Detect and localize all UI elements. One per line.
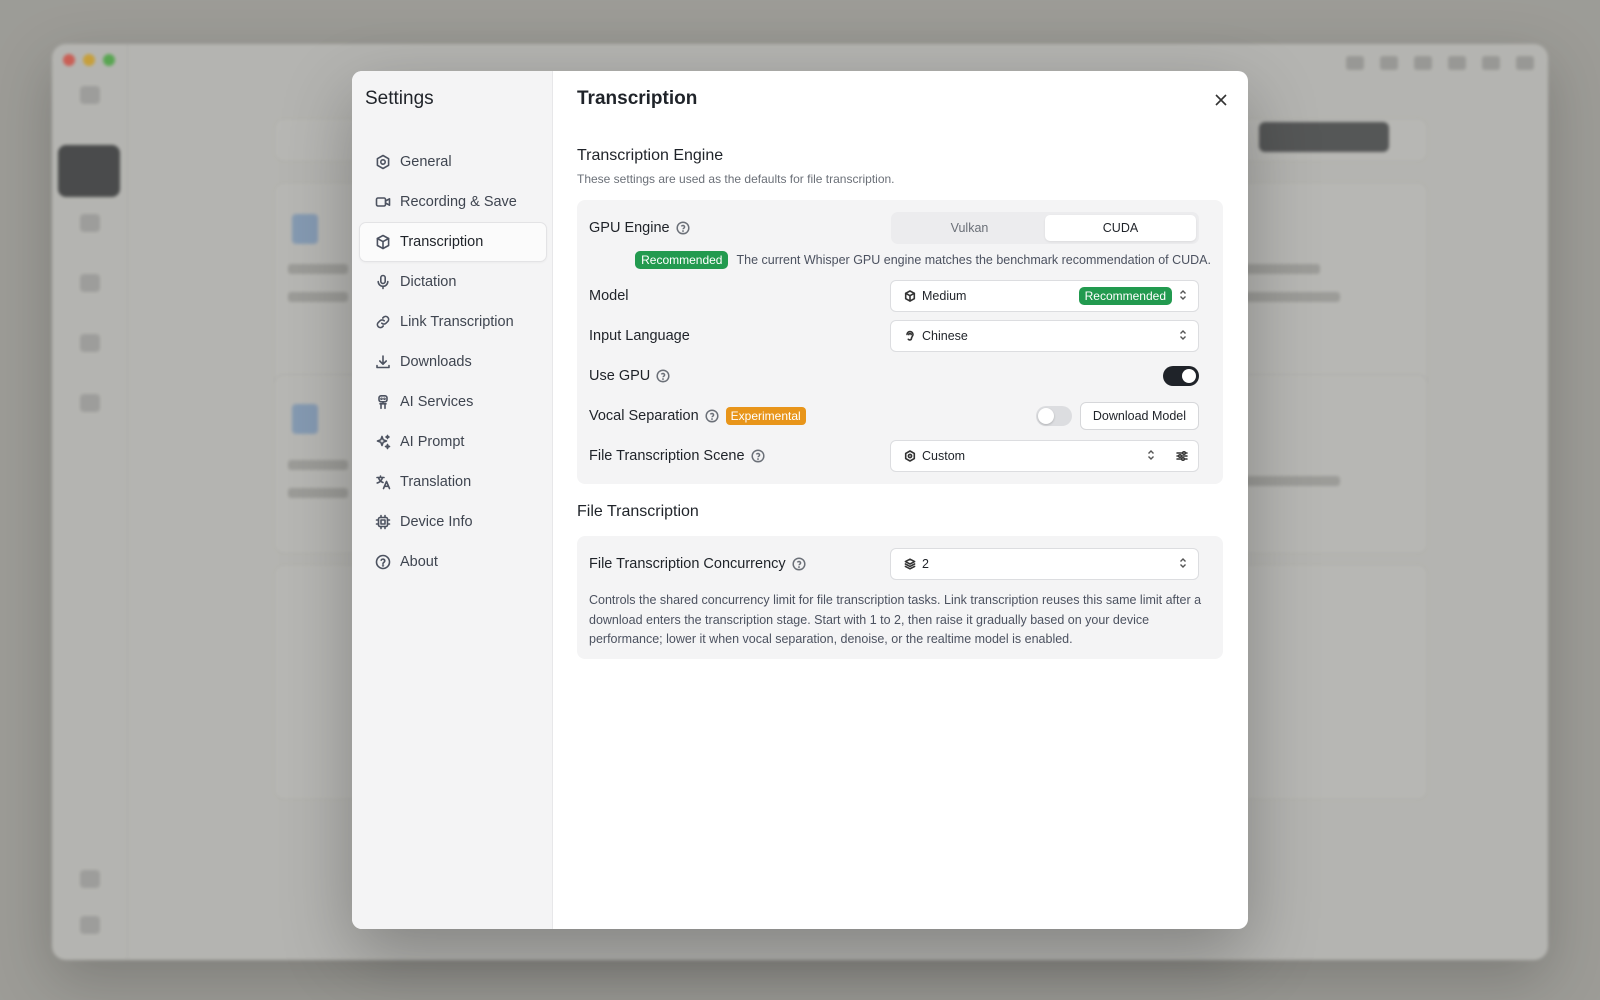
chevrons-up-down-icon [1178, 289, 1188, 304]
help-icon[interactable] [750, 449, 765, 463]
sidebar-item-label: Device Info [400, 514, 473, 530]
sidebar-item-label: Downloads [400, 354, 472, 370]
settings-content: Transcription Transcription Engine These… [553, 71, 1248, 929]
settings-dialog: Settings General Recording & Save Transc… [352, 71, 1248, 929]
sidebar-item-dictation[interactable]: Dictation [359, 262, 547, 302]
sidebar-item-label: Transcription [400, 234, 484, 250]
settings-title: Settings [365, 88, 434, 109]
file-transcription-panel: File Transcription Concurrency 2 Control… [577, 536, 1223, 659]
scene-label: File Transcription Scene [589, 448, 745, 464]
sidebar-item-device-info[interactable]: Device Info [359, 502, 547, 542]
vocal-separation-toggle[interactable] [1036, 406, 1072, 426]
help-icon[interactable] [656, 369, 670, 383]
concurrency-row: File Transcription Concurrency 2 [589, 548, 1211, 580]
gpu-engine-segmented-control: Vulkan CUDA [891, 212, 1199, 244]
section-title-file: File Transcription [577, 503, 699, 520]
gpu-engine-note: Recommended The current Whisper GPU engi… [635, 251, 1211, 269]
vocal-separation-label: Vocal Separation [589, 408, 699, 424]
box-icon [375, 234, 391, 250]
concurrency-value: 2 [922, 557, 929, 571]
sidebar-item-label: General [400, 154, 452, 170]
sidebar-item-about[interactable]: About [359, 542, 547, 582]
scene-select[interactable]: Custom [890, 440, 1167, 472]
model-label: Model [589, 288, 629, 304]
sidebar-item-label: Translation [400, 474, 472, 490]
help-icon[interactable] [705, 409, 719, 423]
section-description-engine: These settings are used as the defaults … [577, 172, 895, 186]
sparkles-icon [375, 434, 391, 450]
settings-sidebar: Settings General Recording & Save Transc… [352, 71, 553, 929]
layers-icon [904, 558, 916, 570]
video-icon [375, 194, 391, 210]
use-gpu-label: Use GPU [589, 368, 651, 384]
link-icon [375, 314, 391, 330]
bot-icon [375, 394, 391, 410]
download-model-button[interactable]: Download Model [1079, 402, 1199, 430]
cpu-icon [375, 514, 391, 530]
experimental-badge: Experimental [725, 407, 806, 425]
settings-icon [904, 450, 916, 462]
sidebar-item-label: About [400, 554, 438, 570]
section-title-engine: Transcription Engine [577, 147, 724, 164]
help-icon[interactable] [792, 557, 806, 571]
recommended-badge: Recommended [1078, 287, 1172, 305]
sidebar-item-downloads[interactable]: Downloads [359, 342, 547, 382]
gpu-engine-option-cuda[interactable]: CUDA [1045, 215, 1196, 241]
languages-icon [375, 474, 391, 490]
sidebar-item-label: Link Transcription [400, 314, 514, 330]
help-icon[interactable] [676, 221, 690, 235]
close-button[interactable] [1212, 91, 1230, 109]
use-gpu-row: Use GPU [589, 360, 1211, 392]
concurrency-label: File Transcription Concurrency [589, 556, 786, 572]
engine-settings-panel: GPU Engine Vulkan CUDA Recommended The c… [577, 200, 1223, 484]
gpu-engine-row: GPU Engine Vulkan CUDA [589, 212, 1211, 244]
model-row: Model Medium Recommended [589, 280, 1211, 312]
model-select[interactable]: Medium Recommended [890, 280, 1199, 312]
use-gpu-toggle[interactable] [1163, 366, 1199, 386]
chevrons-up-down-icon [1178, 329, 1188, 344]
page-title: Transcription [577, 88, 698, 109]
close-icon [1215, 94, 1227, 106]
sidebar-item-ai-prompt[interactable]: AI Prompt [359, 422, 547, 462]
input-language-select[interactable]: Chinese [890, 320, 1199, 352]
scene-settings-button[interactable] [1166, 440, 1199, 472]
sidebar-item-transcription[interactable]: Transcription [359, 222, 547, 262]
sidebar-item-label: AI Services [400, 394, 474, 410]
concurrency-select[interactable]: 2 [890, 548, 1199, 580]
box-icon [904, 290, 916, 302]
concurrency-description: Controls the shared concurrency limit fo… [589, 593, 1202, 646]
sidebar-item-label: Recording & Save [400, 194, 517, 210]
input-language-value: Chinese [922, 329, 968, 343]
sidebar-item-link-transcription[interactable]: Link Transcription [359, 302, 547, 342]
recommended-badge: Recommended [635, 251, 729, 269]
settings-icon [375, 154, 391, 170]
help-circle-icon [375, 554, 391, 570]
download-icon [375, 354, 391, 370]
sidebar-item-recording-save[interactable]: Recording & Save [359, 182, 547, 222]
sidebar-item-label: Dictation [400, 274, 457, 290]
gpu-engine-note-text: The current Whisper GPU engine matches t… [736, 253, 1211, 267]
gpu-engine-label: GPU Engine [589, 220, 670, 236]
vocal-separation-row: Vocal Separation Experimental Download M… [589, 400, 1211, 432]
model-value: Medium [922, 289, 967, 303]
chevrons-up-down-icon [1146, 449, 1156, 464]
sidebar-item-general[interactable]: General [359, 142, 547, 182]
sidebar-item-ai-services[interactable]: AI Services [359, 382, 547, 422]
scene-value: Custom [922, 449, 966, 463]
gpu-engine-option-vulkan[interactable]: Vulkan [894, 215, 1045, 241]
ear-icon [904, 330, 916, 342]
sidebar-item-label: AI Prompt [400, 434, 465, 450]
mic-icon [375, 274, 391, 290]
input-language-row: Input Language Chinese [589, 320, 1211, 352]
input-language-label: Input Language [589, 328, 690, 344]
chevrons-up-down-icon [1178, 557, 1188, 572]
sidebar-item-translation[interactable]: Translation [359, 462, 547, 502]
sliders-icon [1176, 450, 1188, 462]
scene-row: File Transcription Scene Custom [589, 440, 1211, 472]
